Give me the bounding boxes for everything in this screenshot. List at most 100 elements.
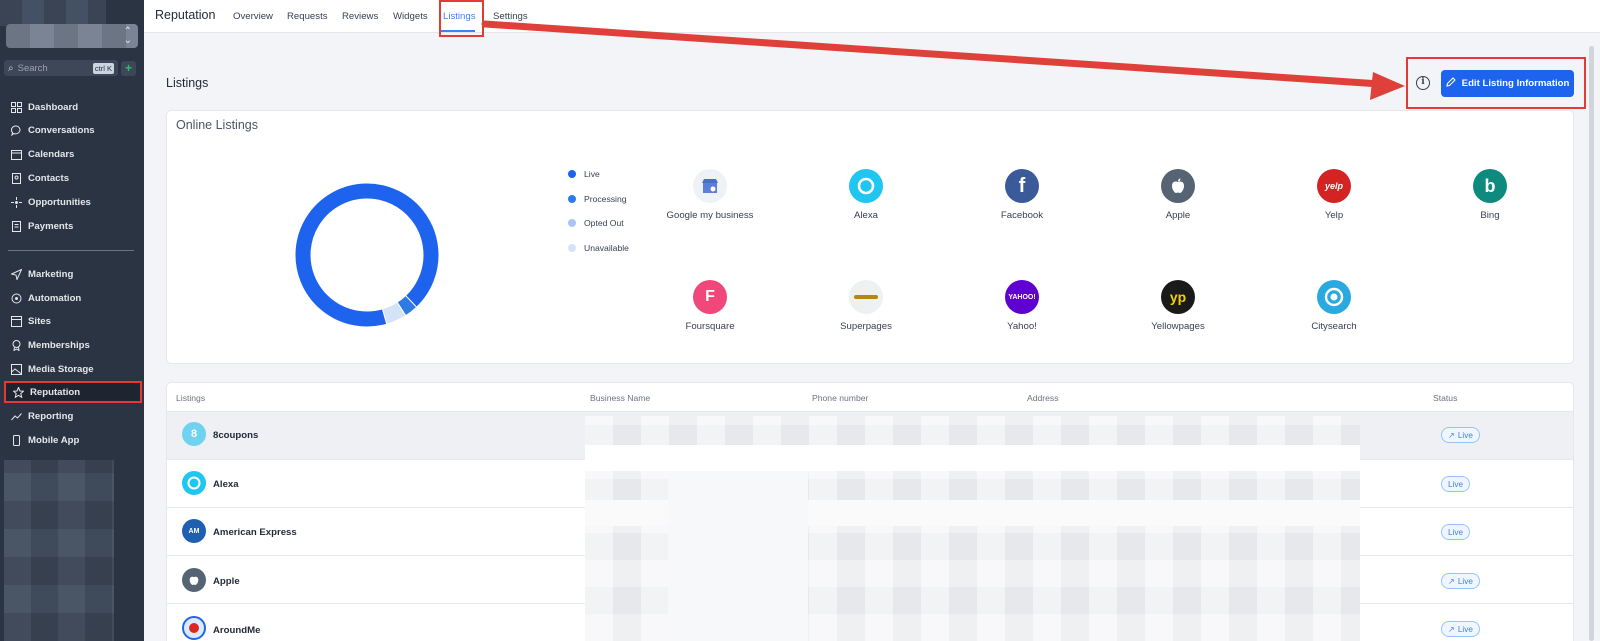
platform-bing[interactable]: b Bing — [1425, 169, 1555, 221]
sidebar-divider — [8, 250, 134, 251]
platform-facebook[interactable]: f Facebook — [957, 169, 1087, 221]
quick-add-button[interactable]: + — [121, 61, 136, 76]
sidebar-item-automation[interactable]: Automation — [4, 287, 142, 309]
legend-dot — [568, 244, 576, 252]
status-label: Live — [1457, 624, 1473, 634]
bing-icon: b — [1473, 169, 1507, 203]
shortcut-badge: ctrl K — [92, 62, 114, 74]
alexa-icon — [849, 169, 883, 203]
sidebar-item-label: Memberships — [28, 339, 90, 351]
legend-opted-out: Opted Out — [568, 218, 624, 228]
send-icon — [10, 268, 22, 280]
sidebar-item-media-storage[interactable]: Media Storage — [4, 358, 142, 380]
account-avatar-redacted — [0, 0, 106, 26]
listing-name: American Express — [213, 527, 297, 538]
sidebar-item-label: Mobile App — [28, 434, 80, 446]
platform-alexa[interactable]: Alexa — [801, 169, 931, 221]
sites-icon — [10, 315, 22, 327]
legend-label: Live — [584, 169, 600, 179]
sidebar-item-contacts[interactable]: Contacts — [4, 167, 142, 189]
platform-apple[interactable]: Apple — [1113, 169, 1243, 221]
page-scrollbar[interactable] — [1589, 46, 1594, 641]
platform-superpages[interactable]: Superpages — [801, 280, 931, 332]
apple-icon — [1161, 169, 1195, 203]
facebook-icon: f — [1005, 169, 1039, 203]
sidebar-item-opportunities[interactable]: Opportunities — [4, 191, 142, 213]
account-switcher[interactable]: ⌃ ⌄ — [6, 24, 138, 48]
tab-widgets[interactable]: Widgets — [393, 11, 428, 22]
amex-icon: AM — [182, 519, 206, 543]
legend-live: Live — [568, 169, 600, 179]
sidebar-item-memberships[interactable]: Memberships — [4, 334, 142, 356]
image-icon — [10, 363, 22, 375]
superpages-icon — [849, 280, 883, 314]
sidebar-item-label: Payments — [28, 220, 74, 232]
sidebar-item-label: Conversations — [28, 124, 95, 136]
payments-icon — [10, 220, 22, 232]
status-badge: Live — [1441, 524, 1471, 540]
external-link-icon: ↗ — [1448, 625, 1455, 634]
sidebar-item-conversations[interactable]: Conversations — [4, 119, 142, 141]
listing-name: Apple — [213, 576, 240, 587]
platform-name: Foursquare — [685, 321, 735, 332]
tab-highlight-box — [439, 0, 484, 37]
chat-icon — [10, 124, 22, 136]
sidebar-item-reporting[interactable]: Reporting — [4, 405, 142, 427]
column-header-address: Address — [1027, 393, 1059, 403]
tab-overview[interactable]: Overview — [233, 11, 273, 22]
status-label: Live — [1448, 479, 1464, 489]
dashboard-icon — [10, 101, 22, 113]
platform-foursquare[interactable]: F Foursquare — [645, 280, 775, 332]
legend-label: Unavailable — [584, 243, 629, 253]
calendar-icon — [10, 148, 22, 160]
status-label: Live — [1457, 430, 1473, 440]
platform-google-business[interactable]: Google my business — [645, 169, 775, 221]
tab-requests[interactable]: Requests — [287, 11, 328, 22]
platform-yelp[interactable]: yelp Yelp — [1269, 169, 1399, 221]
redacted-area — [4, 460, 114, 641]
status-label: Live — [1457, 576, 1473, 586]
sidebar-item-label: Marketing — [28, 268, 74, 280]
section-title: Reputation — [155, 8, 216, 22]
status-label: Live — [1448, 527, 1464, 537]
status-badge: Live — [1441, 476, 1471, 492]
tab-reviews[interactable]: Reviews — [342, 11, 378, 22]
status-badge[interactable]: ↗ Live — [1441, 573, 1480, 589]
aroundme-icon — [182, 616, 206, 640]
sidebar-item-label: Reputation — [30, 386, 81, 398]
column-header-phone: Phone number — [812, 393, 869, 403]
sidebar-item-mobile-app[interactable]: Mobile App — [4, 429, 142, 451]
external-link-icon: ↗ — [1448, 431, 1455, 440]
automation-icon — [10, 292, 22, 304]
listing-name: 8coupons — [213, 430, 259, 441]
opportunities-icon — [10, 196, 22, 208]
status-badge[interactable]: ↗ Live — [1441, 621, 1480, 637]
platform-name: Apple — [1165, 210, 1191, 221]
legend-unavailable: Unavailable — [568, 243, 629, 253]
search-input[interactable]: ⌕ Search ctrl K — [4, 60, 118, 76]
sidebar-item-sites[interactable]: Sites — [4, 310, 142, 332]
trend-icon — [10, 410, 22, 422]
legend-dot — [568, 170, 576, 178]
platform-yellowpages[interactable]: yp Yellowpages — [1113, 280, 1243, 332]
yelp-icon: yelp — [1317, 169, 1351, 203]
sidebar-item-marketing[interactable]: Marketing — [4, 263, 142, 285]
platform-yahoo[interactable]: YAHOO! Yahoo! — [957, 280, 1087, 332]
sidebar-item-dashboard[interactable]: Dashboard — [4, 96, 142, 118]
sidebar-item-reputation[interactable]: Reputation — [4, 381, 142, 403]
sidebar-item-label: Automation — [28, 292, 82, 304]
sidebar-item-payments[interactable]: Payments — [4, 215, 142, 237]
sidebar-item-label: Media Storage — [28, 363, 94, 375]
status-badge[interactable]: ↗ Live — [1441, 427, 1480, 443]
listing-name: AroundMe — [213, 625, 261, 636]
sidebar-item-calendars[interactable]: Calendars — [4, 143, 142, 165]
platform-name: Citysearch — [1311, 321, 1357, 332]
platform-citysearch[interactable]: Citysearch — [1269, 280, 1399, 332]
redacted-area — [668, 471, 808, 641]
tab-settings[interactable]: Settings — [493, 11, 528, 22]
donut-segment-live — [294, 182, 440, 328]
apple-icon — [182, 568, 206, 592]
search-placeholder: Search — [17, 62, 48, 74]
top-nav: Reputation Overview Requests Reviews Wid… — [144, 0, 1600, 33]
listing-name: Alexa — [213, 479, 239, 490]
